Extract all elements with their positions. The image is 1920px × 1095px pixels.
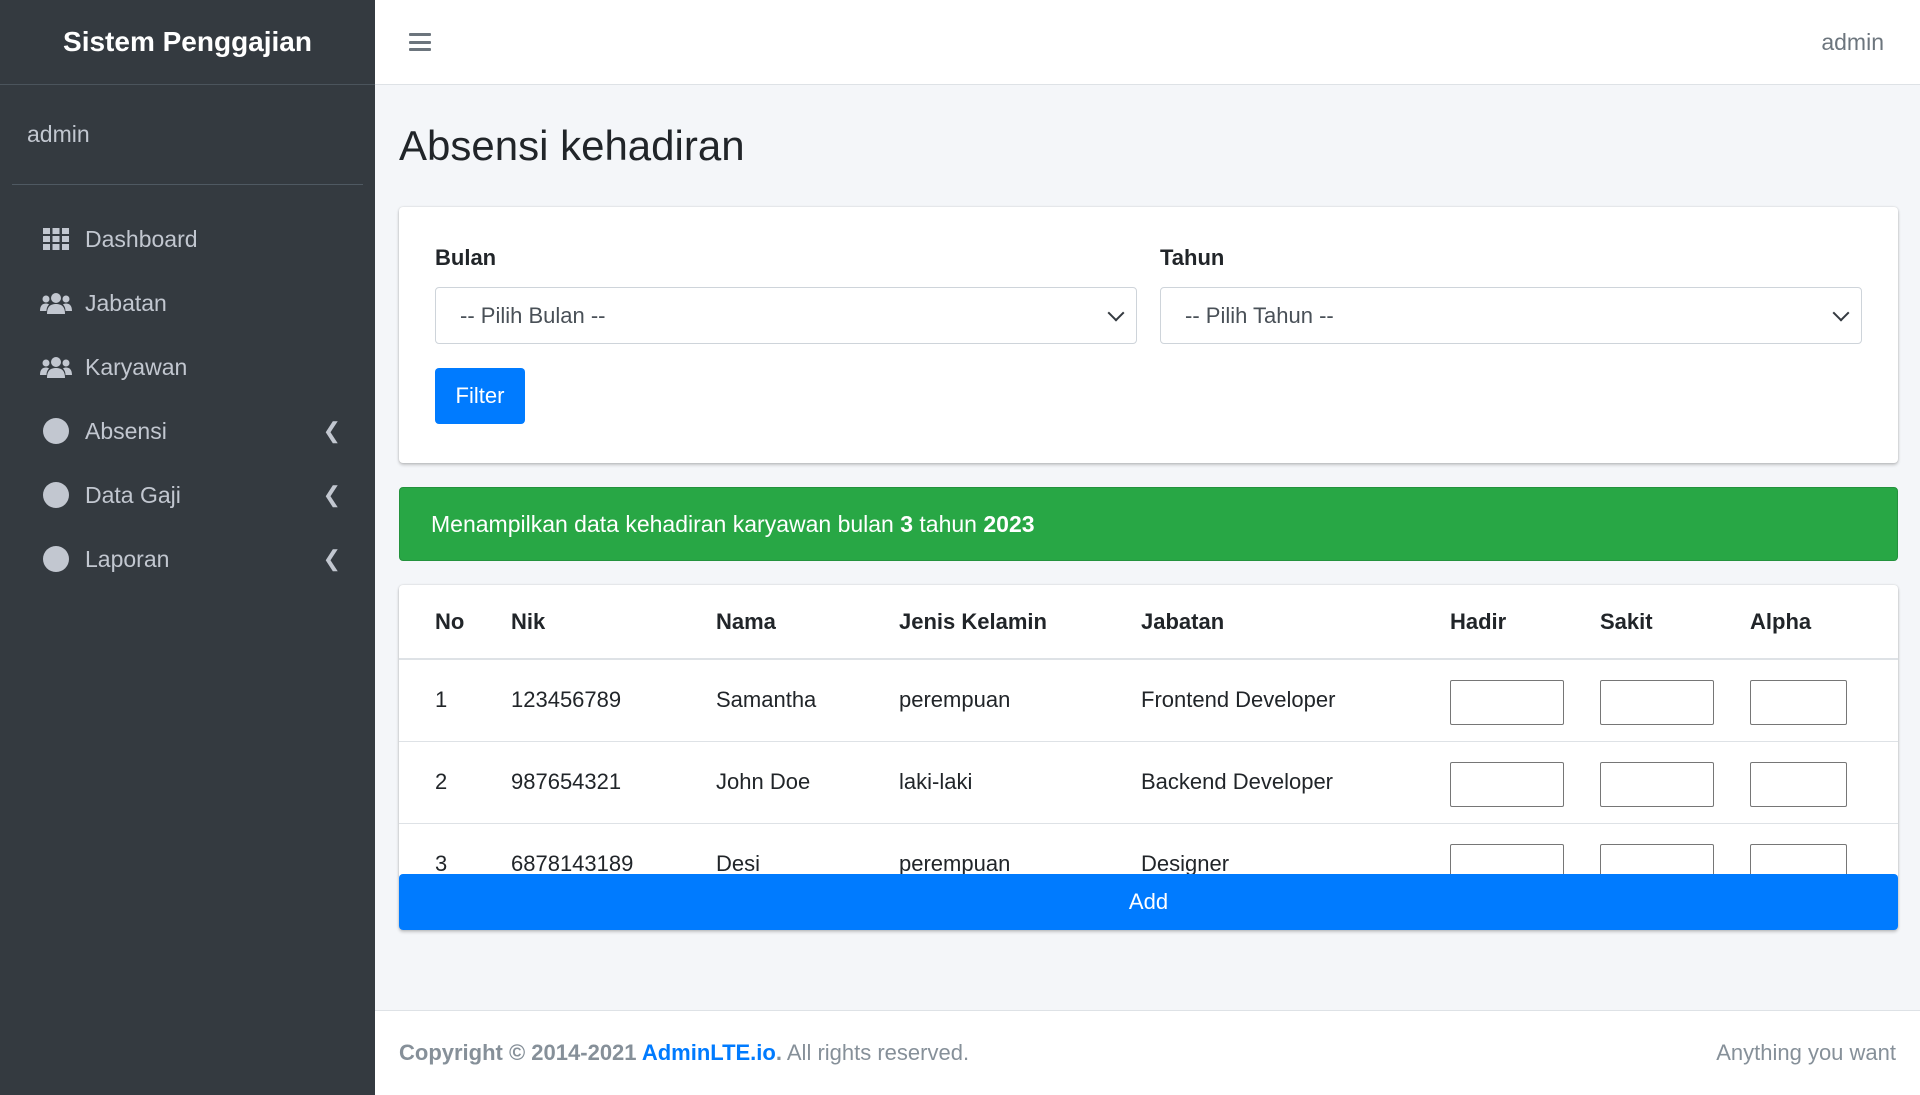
users-icon — [40, 289, 72, 317]
footer-rights: All rights reserved. — [781, 1040, 970, 1065]
sidebar-item-label: Laporan — [85, 545, 170, 572]
column-header-no: No — [399, 585, 511, 660]
cell-jenis-kelamin: laki-laki — [899, 741, 1141, 824]
cell-nama: John Doe — [716, 741, 899, 824]
month-select[interactable]: -- Pilih Bulan -- — [435, 287, 1137, 344]
brand-title[interactable]: Sistem Penggajian — [0, 0, 375, 85]
month-label: Bulan — [435, 245, 497, 270]
cell-alpha — [1750, 659, 1898, 742]
sidebar-nav: Dashboard Jabatan Karyawan Absensi ❮ Dat… — [0, 185, 375, 591]
cell-no: 1 — [399, 659, 511, 742]
cell-sakit — [1600, 659, 1750, 742]
cell-no: 2 — [399, 741, 511, 824]
column-header-alpha: Alpha — [1750, 585, 1898, 660]
alert-month: 3 — [900, 510, 914, 537]
cell-alpha — [1750, 741, 1898, 824]
column-header-sakit: Sakit — [1600, 585, 1750, 660]
cell-jenis-kelamin: perempuan — [899, 659, 1141, 742]
cell-hadir — [1450, 741, 1600, 824]
column-header-jenis-kelamin: Jenis Kelamin — [899, 585, 1141, 660]
filter-button[interactable]: Filter — [435, 368, 525, 424]
sidebar-item-karyawan[interactable]: Karyawan — [0, 335, 375, 399]
filter-card: Bulan -- Pilih Bulan -- Tahun -- Pilih T… — [399, 207, 1898, 463]
cell-jabatan: Frontend Developer — [1141, 659, 1450, 742]
attendance-table: No Nik Nama Jenis Kelamin Jabatan Hadir … — [399, 585, 1898, 905]
cell-hadir — [1450, 659, 1600, 742]
alert-text-middle: tahun — [919, 510, 977, 537]
attendance-info-alert: Menampilkan data kehadiran karyawan bula… — [399, 487, 1898, 561]
year-label: Tahun — [1160, 245, 1225, 270]
chevron-down-icon — [1107, 304, 1125, 321]
column-header-hadir: Hadir — [1450, 585, 1600, 660]
hadir-input[interactable] — [1450, 761, 1564, 807]
column-header-nama: Nama — [716, 585, 899, 660]
main-content: Absensi kehadiran Bulan -- Pilih Bulan -… — [375, 85, 1920, 1010]
sidebar-item-label: Absensi — [85, 417, 167, 444]
sidebar-item-absensi[interactable]: Absensi ❮ — [0, 399, 375, 463]
table-row: 2 987654321 John Doe laki-laki Backend D… — [399, 741, 1898, 824]
footer: Copyright © 2014-2021 AdminLTE.io. All r… — [375, 1010, 1920, 1095]
circle-icon — [40, 545, 72, 573]
alert-year: 2023 — [983, 510, 1035, 537]
year-select[interactable]: -- Pilih Tahun -- — [1160, 287, 1862, 344]
sidebar-item-jabatan[interactable]: Jabatan — [0, 271, 375, 335]
chevron-left-icon: ❮ — [322, 418, 341, 443]
month-select-value: -- Pilih Bulan -- — [460, 302, 606, 328]
circle-icon — [40, 481, 72, 509]
cell-nik: 123456789 — [511, 659, 716, 742]
topbar: admin — [375, 0, 1920, 85]
cell-jabatan: Backend Developer — [1141, 741, 1450, 824]
sidebar-user-name[interactable]: admin — [12, 85, 363, 185]
add-button[interactable]: Add — [399, 874, 1898, 930]
footer-adminlte-link[interactable]: AdminLTE.io — [642, 1040, 776, 1065]
alpha-input[interactable] — [1750, 761, 1847, 807]
chevron-left-icon: ❮ — [322, 482, 341, 507]
cell-sakit — [1600, 741, 1750, 824]
hadir-input[interactable] — [1450, 679, 1564, 725]
sidebar-item-label: Data Gaji — [85, 481, 181, 508]
year-select-value: -- Pilih Tahun -- — [1185, 302, 1334, 328]
column-header-jabatan: Jabatan — [1141, 585, 1450, 660]
grid-icon — [40, 225, 72, 253]
cell-nama: Samantha — [716, 659, 899, 742]
sidebar-item-data-gaji[interactable]: Data Gaji ❮ — [0, 463, 375, 527]
sidebar-item-label: Dashboard — [85, 225, 198, 252]
table-row: 1 123456789 Samantha perempuan Frontend … — [399, 659, 1898, 742]
alert-text-prefix: Menampilkan data kehadiran karyawan bula… — [431, 510, 894, 537]
topbar-user[interactable]: admin — [1821, 29, 1884, 56]
filter-row: Bulan -- Pilih Bulan -- Tahun -- Pilih T… — [435, 245, 1862, 344]
month-field: Bulan -- Pilih Bulan -- — [435, 245, 1137, 344]
app-root: Sistem Penggajian admin Dashboard Jabata… — [0, 0, 1920, 1095]
sidebar-item-laporan[interactable]: Laporan ❮ — [0, 527, 375, 591]
year-field: Tahun -- Pilih Tahun -- — [1160, 245, 1862, 344]
sidebar-item-label: Karyawan — [85, 353, 188, 380]
users-icon — [40, 353, 72, 381]
sidebar: Sistem Penggajian admin Dashboard Jabata… — [0, 0, 375, 1095]
sakit-input[interactable] — [1600, 761, 1714, 807]
hamburger-menu-icon[interactable] — [409, 33, 431, 51]
chevron-down-icon — [1832, 304, 1850, 321]
alpha-input[interactable] — [1750, 679, 1847, 725]
footer-right-text: Anything you want — [1716, 1040, 1896, 1065]
sakit-input[interactable] — [1600, 679, 1714, 725]
table-header-row: No Nik Nama Jenis Kelamin Jabatan Hadir … — [399, 585, 1898, 660]
circle-icon — [40, 417, 72, 445]
cell-nik: 987654321 — [511, 741, 716, 824]
sidebar-item-label: Jabatan — [85, 289, 167, 316]
footer-copyright: Copyright © 2014-2021 — [399, 1040, 642, 1065]
attendance-table-card: No Nik Nama Jenis Kelamin Jabatan Hadir … — [399, 585, 1898, 930]
chevron-left-icon: ❮ — [322, 546, 341, 571]
footer-left: Copyright © 2014-2021 AdminLTE.io. All r… — [399, 1040, 969, 1066]
column-header-nik: Nik — [511, 585, 716, 660]
page-title: Absensi kehadiran — [399, 122, 745, 169]
sidebar-item-dashboard[interactable]: Dashboard — [0, 207, 375, 271]
